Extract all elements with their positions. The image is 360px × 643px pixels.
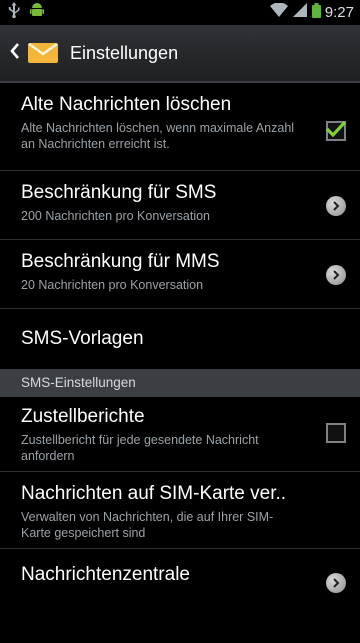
chevron-right-icon: [326, 265, 346, 285]
setting-sms-templates[interactable]: SMS-Vorlagen: [0, 309, 360, 369]
section-header-sms-settings: SMS-Einstellungen: [0, 369, 360, 397]
setting-title: Alte Nachrichten löschen: [21, 94, 232, 115]
checkmark-icon: [325, 120, 347, 143]
setting-mms-limit[interactable]: Beschränkung für MMS 20 Nachrichten pro …: [0, 240, 360, 308]
setting-message-center[interactable]: Nachrichtenzentrale: [0, 549, 360, 609]
setting-sim-messages[interactable]: Nachrichten auf SIM-Karte ver.. Verwalte…: [0, 472, 360, 548]
setting-delete-old-messages[interactable]: Alte Nachrichten löschen Alte Nachrichte…: [0, 83, 360, 170]
delivery-reports-checkbox[interactable]: [326, 423, 346, 443]
back-chevron-icon: [10, 42, 20, 64]
settings-list: Alte Nachrichten löschen Alte Nachrichte…: [0, 83, 360, 609]
battery-icon: [311, 2, 321, 23]
usb-icon: [8, 2, 20, 23]
setting-title: Zustellberichte: [21, 406, 145, 427]
page-title: Einstellungen: [70, 42, 179, 63]
setting-title: Nachrichten auf SIM-Karte ver..: [21, 483, 287, 504]
wifi-icon: [269, 2, 288, 22]
setting-sms-limit[interactable]: Beschränkung für SMS 200 Nachrichten pro…: [0, 171, 360, 239]
back-button[interactable]: [6, 24, 24, 82]
setting-title: SMS-Vorlagen: [21, 328, 144, 349]
mail-envelope-icon[interactable]: [28, 41, 58, 65]
signal-icon: [292, 3, 308, 22]
setting-title: Beschränkung für SMS: [21, 182, 217, 203]
status-time: 9:27: [324, 4, 354, 21]
setting-title: Nachrichtenzentrale: [21, 564, 190, 585]
status-bar: 9:27: [0, 0, 360, 25]
android-icon: [30, 2, 44, 23]
delete-old-checkbox[interactable]: [325, 120, 347, 143]
setting-subtitle: Alte Nachrichten löschen, wenn maximale …: [21, 121, 295, 151]
setting-delivery-reports[interactable]: Zustellberichte Zustellbericht für jede …: [0, 397, 360, 471]
setting-subtitle: Verwalten von Nachrichten, die auf Ihrer…: [21, 510, 274, 540]
chevron-right-icon: [326, 573, 346, 593]
setting-subtitle: Zustellbericht für jede gesendete Nachri…: [21, 433, 259, 463]
chevron-right-icon: [326, 196, 346, 216]
action-bar: Einstellungen: [0, 25, 360, 83]
setting-subtitle: 20 Nachrichten pro Konversation: [21, 278, 204, 292]
setting-title: Beschränkung für MMS: [21, 251, 220, 272]
setting-subtitle: 200 Nachrichten pro Konversation: [21, 209, 211, 223]
